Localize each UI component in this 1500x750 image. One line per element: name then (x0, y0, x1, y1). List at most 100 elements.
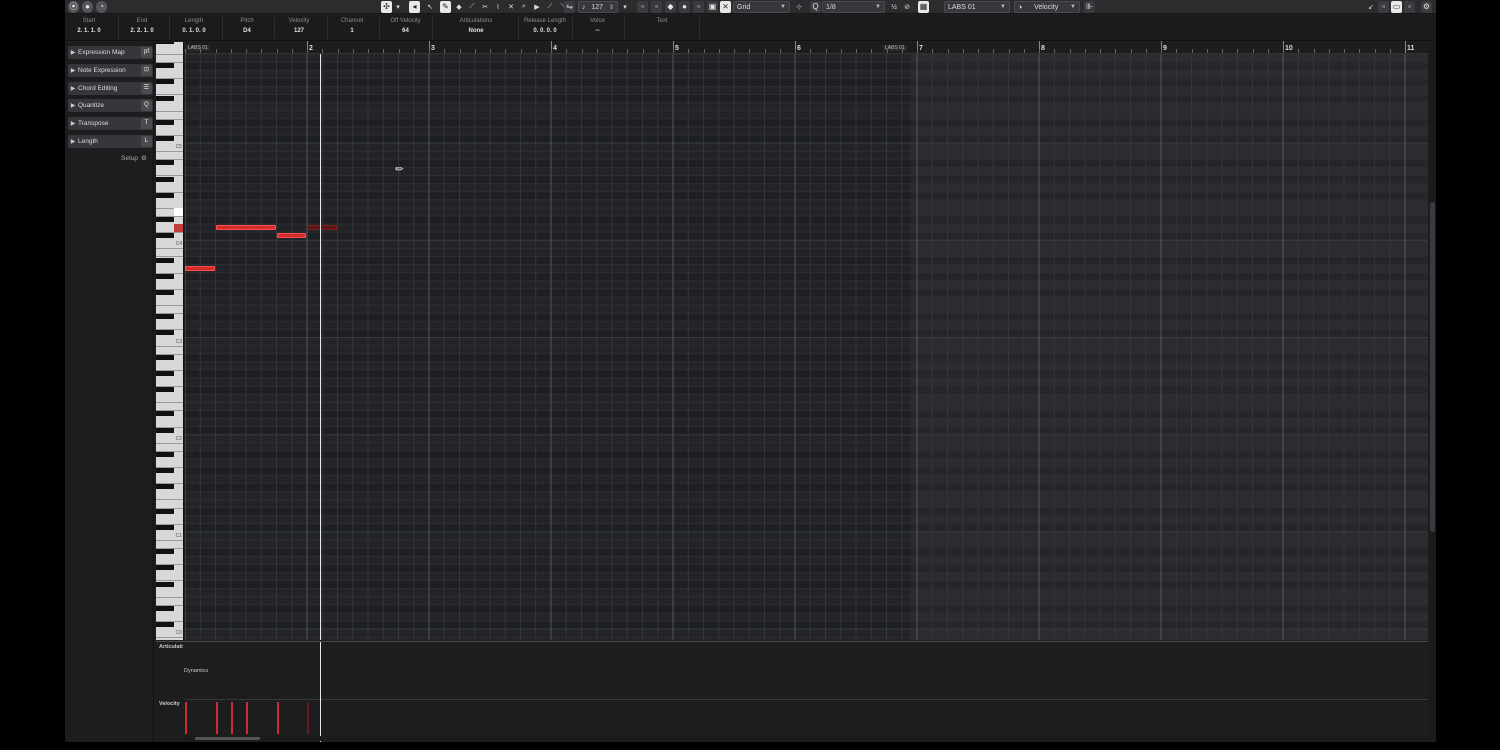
black-key[interactable] (156, 508, 174, 514)
black-key[interactable] (156, 354, 174, 360)
quantize-preset-dropdown[interactable]: 1/8 ▼ (822, 1, 885, 13)
black-key[interactable] (156, 217, 174, 222)
stepper-icon[interactable]: ⇕ (609, 4, 614, 11)
midi-note[interactable] (215, 225, 276, 231)
white-key[interactable] (156, 443, 183, 452)
info-voice[interactable]: Voice -- (575, 18, 620, 34)
white-key[interactable] (156, 167, 183, 177)
auto-select-icon[interactable]: ◂ (409, 1, 420, 13)
velocity-input-icon[interactable]: ● (679, 1, 690, 13)
white-key[interactable] (156, 86, 183, 96)
white-key[interactable] (156, 281, 183, 290)
inspector-chord-editing[interactable]: ▶ Chord Editing ☰ (68, 82, 153, 95)
settings-gear-icon[interactable]: ⚙ (1421, 1, 1432, 13)
white-key[interactable] (156, 516, 183, 525)
move-insert-mode-icon[interactable]: ▫ (651, 1, 662, 13)
black-key[interactable] (156, 411, 174, 417)
white-key[interactable] (156, 305, 183, 315)
glue-tool-icon[interactable]: ⌇ (493, 1, 503, 13)
velocity-bar[interactable] (185, 702, 187, 734)
black-key[interactable] (156, 565, 174, 571)
note-grid[interactable] (185, 54, 1428, 640)
controller-lanes[interactable]: Articulati Dynamics Velocity (156, 641, 1428, 742)
toolbox-dropdown-icon[interactable]: ▾ (395, 1, 401, 13)
note-off-input-icon[interactable]: ▫ (693, 1, 704, 13)
velocity-bar[interactable] (215, 702, 218, 734)
draw-tool-icon[interactable]: ✎ (440, 1, 451, 13)
trim-tool-icon[interactable]: ⟋ (467, 1, 477, 13)
grid-type-dropdown[interactable]: Grid ▼ (733, 1, 790, 13)
white-key[interactable] (156, 362, 183, 371)
white-key[interactable] (156, 475, 183, 485)
black-key[interactable] (156, 314, 174, 320)
white-key[interactable] (156, 127, 183, 136)
zoom-tool-icon[interactable]: ⌕ (519, 1, 529, 13)
black-key[interactable] (156, 549, 174, 555)
black-key[interactable] (156, 605, 174, 611)
white-key[interactable] (156, 572, 183, 582)
white-key[interactable] (156, 184, 183, 193)
black-key[interactable] (156, 581, 174, 587)
info-articulations[interactable]: Articulations None (446, 18, 506, 34)
midi-note[interactable] (307, 225, 337, 231)
black-key[interactable] (156, 427, 174, 433)
vertical-scroll-thumb[interactable] (1430, 202, 1435, 532)
inspector-length[interactable]: ▶ Length L (68, 135, 153, 148)
white-key[interactable] (156, 419, 183, 428)
white-key[interactable] (156, 151, 183, 161)
black-key[interactable] (156, 289, 174, 295)
info-start[interactable]: Start 2. 1. 1. 0 (68, 18, 110, 34)
window-zone-left-icon[interactable]: ↙ (1366, 1, 1376, 13)
inspector-transpose[interactable]: ▶ Transpose T (68, 117, 153, 130)
window-zone-top-icon[interactable]: ▭ (1391, 1, 1402, 13)
velocity-bar[interactable] (276, 702, 279, 734)
white-key[interactable] (156, 597, 183, 606)
black-key[interactable] (156, 63, 174, 69)
white-key[interactable] (156, 248, 183, 258)
black-key[interactable] (156, 176, 174, 182)
horizontal-scroll-thumb[interactable] (195, 737, 260, 740)
mute-tool-icon[interactable]: ✕ (506, 1, 516, 13)
white-key[interactable] (156, 540, 183, 550)
white-key[interactable] (156, 613, 183, 622)
inspector-setup-button[interactable]: Setup ⚙ (121, 154, 147, 163)
window-layout-icon[interactable]: ▫ (1378, 1, 1389, 13)
black-key[interactable] (156, 119, 174, 125)
black-key[interactable] (156, 233, 174, 239)
split-tool-icon[interactable]: ✂ (480, 1, 490, 13)
white-key[interactable] (156, 500, 183, 509)
piano-keys-icon[interactable]: ⊪ (1084, 1, 1095, 13)
black-key[interactable] (156, 273, 174, 279)
toolbox-icon[interactable]: ✣ (381, 1, 392, 13)
white-key[interactable] (156, 70, 183, 80)
black-key[interactable] (156, 387, 174, 393)
info-pitch[interactable]: Pitch D4 (226, 18, 268, 34)
midi-note[interactable] (276, 233, 306, 239)
velocity-bar[interactable] (307, 702, 309, 734)
inspector-note-expression[interactable]: ▶ Note Expression ⊡ (68, 64, 153, 77)
black-key[interactable] (156, 484, 174, 490)
line-tool-icon[interactable]: ⟋ (545, 1, 555, 13)
info-text[interactable]: Text (637, 18, 687, 28)
show-part-borders-icon[interactable]: ▦ (918, 1, 929, 13)
black-key[interactable] (156, 257, 174, 263)
piano-keyboard[interactable]: C5 C4 C3 C2 C1 C0 (156, 42, 184, 640)
white-key[interactable] (156, 54, 183, 64)
info-length[interactable]: Length 0. 1. 0. 0 (173, 18, 215, 34)
velocity-bar[interactable] (230, 702, 233, 734)
info-velocity[interactable]: Velocity 127 (278, 18, 320, 34)
black-key[interactable] (156, 370, 174, 376)
black-key[interactable] (156, 622, 174, 627)
window-zone-right-icon[interactable]: ▫ (1404, 1, 1415, 13)
quantize-settings-icon[interactable]: ⊘ (902, 1, 912, 13)
white-key[interactable] (156, 111, 183, 120)
iterative-quantize-icon[interactable]: ½ (889, 1, 899, 13)
play-tool-icon[interactable]: ▶ (532, 1, 542, 13)
inspector-quantize[interactable]: ▶ Quantize Q (68, 99, 153, 112)
snap-to-zero-icon[interactable]: ⊹ (794, 1, 804, 13)
black-key[interactable] (156, 524, 174, 530)
quantize-label-icon[interactable]: Q (810, 1, 821, 13)
pitch-input-icon[interactable]: ◆ (665, 1, 676, 13)
info-release-length[interactable]: Release Length 0. 0. 0. 0 (520, 18, 570, 34)
inspector-expression-map[interactable]: ▶ Expression Map pf (68, 46, 153, 59)
